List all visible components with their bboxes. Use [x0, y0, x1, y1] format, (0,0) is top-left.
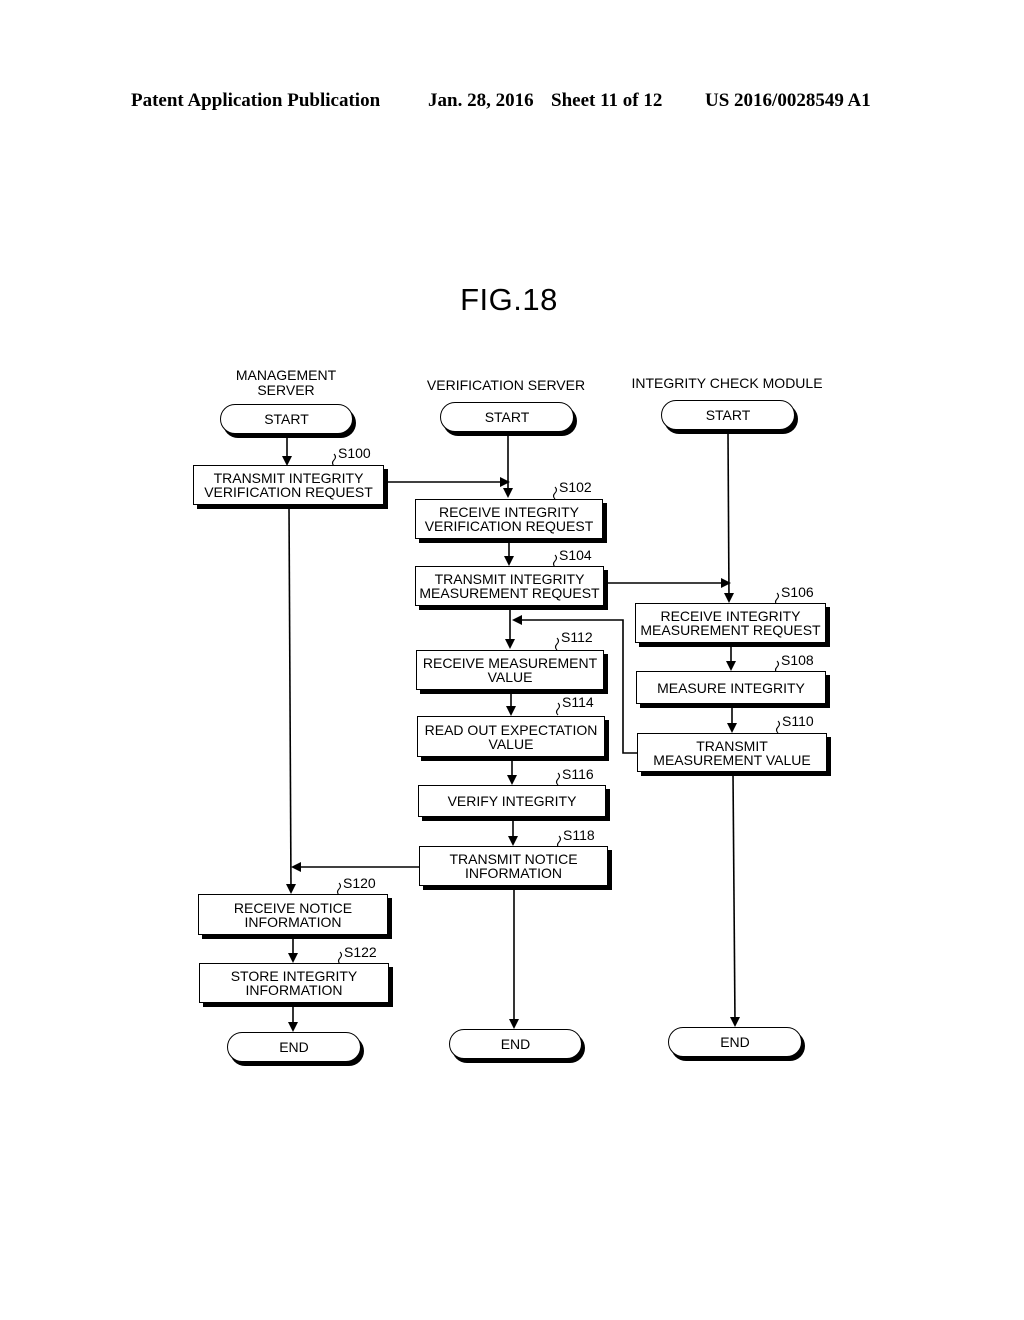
publication-label: Patent Application Publication	[131, 90, 381, 111]
step-label-s100: S100	[338, 445, 371, 461]
arrowhead	[506, 706, 516, 716]
arrowhead	[504, 556, 514, 566]
arrowhead	[286, 884, 296, 894]
flow-start-module-s106	[727, 432, 730, 600]
end-terminal-module: END	[668, 1027, 802, 1057]
arrowhead	[500, 477, 510, 487]
step-label-s110: S110	[782, 713, 814, 729]
start-terminal-verification: START	[440, 402, 574, 432]
flow-s100-s120	[288, 505, 292, 891]
end-terminal-verification: END	[449, 1029, 582, 1059]
arrowhead	[503, 488, 513, 498]
process-box-s116: VERIFY INTEGRITY	[418, 785, 606, 817]
step-label-s112: S112	[561, 629, 593, 645]
arrowhead	[291, 862, 301, 872]
figure-title: FIG.18	[460, 282, 558, 317]
step-label-s108: S108	[781, 652, 814, 668]
flow-s110-end	[732, 772, 736, 1024]
arrowhead	[724, 593, 734, 603]
lane-label-line2: SERVER	[257, 382, 315, 398]
lane-label-line1: MANAGEMENT	[235, 367, 337, 383]
arrowhead	[288, 1022, 298, 1032]
publication-date: Jan. 28, 2016	[428, 90, 534, 111]
process-box-s118: TRANSMIT NOTICE INFORMATION	[419, 846, 608, 886]
step-label-s106: S106	[781, 584, 814, 600]
start-terminal-management: START	[220, 404, 353, 434]
lane-header-verification: VERIFICATION SERVER	[426, 377, 586, 393]
process-box-s114: READ OUT EXPECTATION VALUE	[417, 716, 605, 757]
arrowhead	[726, 661, 736, 671]
process-box-s108: MEASURE INTEGRITY	[636, 671, 826, 704]
process-box-s106: RECEIVE INTEGRITY MEASUREMENT REQUEST	[635, 603, 826, 643]
start-terminal-module: START	[661, 400, 795, 430]
arrowhead	[512, 615, 522, 625]
arrowhead	[508, 836, 518, 846]
step-label-s122: S122	[344, 944, 377, 960]
arrowhead	[730, 1017, 740, 1027]
arrowhead	[505, 639, 515, 649]
arrowhead	[288, 953, 298, 963]
arrowhead	[721, 578, 731, 588]
arrowhead	[727, 723, 737, 733]
arrowhead	[507, 775, 517, 785]
sheet-number: Sheet 11 of 12	[551, 90, 663, 111]
process-box-s102: RECEIVE INTEGRITY VERIFICATION REQUEST	[415, 499, 603, 539]
step-label-s102: S102	[559, 479, 592, 495]
step-label-s116: S116	[562, 766, 594, 782]
step-label-s120: S120	[343, 875, 376, 891]
lane-header-module: INTEGRITY CHECK MODULE	[631, 375, 823, 391]
process-box-s104: TRANSMIT INTEGRITY MEASUREMENT REQUEST	[415, 566, 604, 606]
step-label-s118: S118	[563, 827, 595, 843]
step-label-s104: S104	[559, 547, 592, 563]
step-label-s114: S114	[562, 694, 594, 710]
arrowhead	[509, 1019, 519, 1029]
end-terminal-management: END	[227, 1032, 361, 1062]
lane-header-management: MANAGEMENT SERVER	[220, 368, 352, 398]
process-box-s110: TRANSMIT MEASUREMENT VALUE	[637, 733, 827, 772]
process-box-s112: RECEIVE MEASUREMENT VALUE	[416, 650, 604, 690]
patent-number: US 2016/0028549 A1	[705, 90, 871, 111]
process-box-s120: RECEIVE NOTICE INFORMATION	[198, 894, 388, 935]
process-box-s100: TRANSMIT INTEGRITY VERIFICATION REQUEST	[193, 465, 384, 505]
process-box-s122: STORE INTEGRITY INFORMATION	[199, 963, 389, 1003]
